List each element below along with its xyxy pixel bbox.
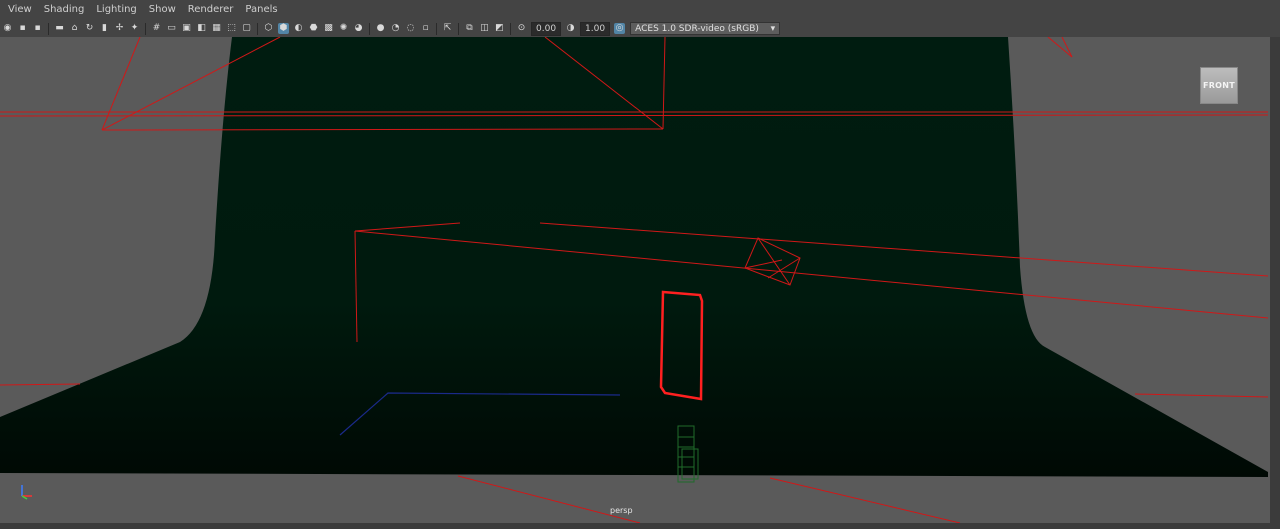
bottom-panel-edge (0, 523, 1270, 529)
safe-title-icon[interactable]: ▢ (241, 23, 252, 34)
panel-toolbar: ◉ ▪ ▪ ▬ ⌂ ↻ ▮ ✢ ✦ # ▭ ▣ ◧ ▦ ⬚ ▢ ⬡ ⬢ ◐ ⬣ … (0, 20, 1280, 37)
bookmark-icon[interactable]: ▪ (32, 23, 43, 34)
menu-view[interactable]: View (0, 0, 38, 20)
viewport-scene (0, 37, 1269, 523)
wireframe-on-shaded-icon[interactable]: ⬣ (308, 23, 319, 34)
select-camera-icon[interactable]: ◉ (2, 23, 13, 34)
depth-of-field-icon[interactable]: ▫ (420, 23, 431, 34)
track-icon[interactable]: ✢ (114, 23, 125, 34)
field-chart-icon[interactable]: ▦ (211, 23, 222, 34)
menu-panels[interactable]: Panels (239, 0, 283, 20)
curve-line (457, 475, 641, 523)
exposure-field[interactable]: 0.00 (531, 21, 562, 36)
dolly-icon[interactable]: ✦ (129, 23, 140, 34)
curve-line (1047, 37, 1073, 58)
safe-action-icon[interactable]: ⬚ (226, 23, 237, 34)
toolbar-divider (369, 22, 370, 35)
axis-indicator (21, 485, 32, 500)
exposure-icon[interactable]: ⊙ (516, 23, 527, 34)
resolution-gate-icon[interactable]: ▣ (181, 23, 192, 34)
shadows-icon[interactable]: ◕ (353, 23, 364, 34)
toolbar-divider (145, 22, 146, 35)
motion-blur-icon[interactable]: ◔ (390, 23, 401, 34)
camera-icon[interactable]: ⌂ (69, 23, 80, 34)
gamma-icon[interactable]: ◑ (565, 23, 576, 34)
gamma-field[interactable]: 1.00 (580, 21, 611, 36)
toolbar-divider (458, 22, 459, 35)
viewcube[interactable]: FRONT (1200, 67, 1238, 104)
camera-label: persp (610, 506, 633, 515)
antialias-icon[interactable]: ◌ (405, 23, 416, 34)
xray-active-icon[interactable]: ◫ (479, 23, 490, 34)
camera-attributes-icon[interactable]: ▪ (17, 23, 28, 34)
toolbar-divider (510, 22, 511, 35)
menu-show[interactable]: Show (143, 0, 182, 20)
film-gate-icon[interactable]: ▭ (166, 23, 177, 34)
xray-joints-icon[interactable]: ⧉ (464, 23, 475, 34)
backdrop-surface (0, 37, 1268, 477)
grid-icon[interactable]: # (151, 23, 162, 34)
curve-line (1134, 393, 1269, 398)
lights-icon[interactable]: ✺ (338, 23, 349, 34)
side-panel-edge (1270, 37, 1280, 529)
color-space-dropdown[interactable]: ACES 1.0 SDR-video (sRGB) ▾ (630, 22, 781, 35)
curve-line (0, 383, 81, 386)
ambient-occlusion-icon[interactable]: ● (375, 23, 386, 34)
color-space-value: ACES 1.0 SDR-video (sRGB) (635, 24, 759, 34)
panel-menubar: View Shading Lighting Show Renderer Pane… (0, 0, 1280, 20)
backface-icon[interactable]: ◩ (494, 23, 505, 34)
smooth-shade-icon[interactable]: ⬢ (278, 23, 289, 34)
curve-line (0, 114, 1269, 117)
toolbar-divider (257, 22, 258, 35)
isolate-select-icon[interactable]: ⇱ (442, 23, 453, 34)
menu-lighting[interactable]: Lighting (90, 0, 142, 20)
toolbar-divider (436, 22, 437, 35)
default-material-icon[interactable]: ◐ (293, 23, 304, 34)
menu-renderer[interactable]: Renderer (182, 0, 240, 20)
3d-viewport[interactable]: FRONT persp (0, 37, 1270, 523)
chevron-down-icon: ▾ (770, 24, 776, 34)
gate-mask-icon[interactable]: ◧ (196, 23, 207, 34)
camera-rotate-icon[interactable]: ↻ (84, 23, 95, 34)
toolbar-divider (48, 22, 49, 35)
curve-line (1061, 37, 1073, 58)
xray-icon[interactable]: ▩ (323, 23, 334, 34)
wireframe-icon[interactable]: ⬡ (263, 23, 274, 34)
pin-icon[interactable]: ▮ (99, 23, 110, 34)
image-plane-icon[interactable]: ▬ (54, 23, 65, 34)
color-management-icon[interactable]: ◎ (614, 23, 626, 34)
menu-shading[interactable]: Shading (38, 0, 91, 20)
curve-line (769, 477, 961, 523)
